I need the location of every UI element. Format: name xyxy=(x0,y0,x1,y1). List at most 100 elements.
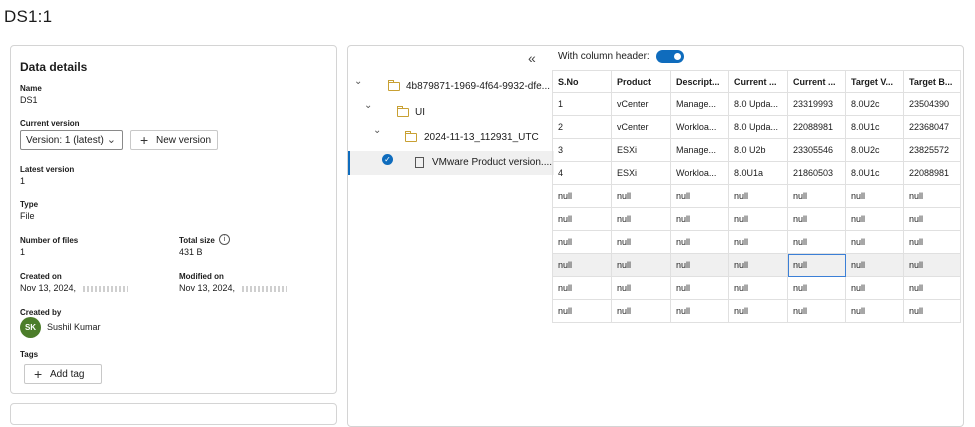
column-header[interactable]: S.No xyxy=(552,70,612,93)
tree-item-label[interactable]: VMware Product version.... xyxy=(432,157,552,179)
table-cell[interactable]: null xyxy=(728,299,788,323)
table-cell[interactable]: null xyxy=(728,253,788,277)
column-header[interactable]: Target V... xyxy=(845,70,904,93)
table-cell[interactable]: 8.0 Upda... xyxy=(728,115,788,139)
table-cell[interactable]: null xyxy=(552,253,612,277)
table-cell[interactable]: 8.0 U2b xyxy=(728,138,788,162)
table-cell[interactable]: null xyxy=(728,230,788,254)
table-cell[interactable]: null xyxy=(611,184,671,208)
add-tag-label: Add tag xyxy=(50,369,85,380)
table-cell[interactable]: null xyxy=(787,276,846,300)
table-row[interactable]: null null null null null null null xyxy=(552,230,961,254)
new-version-label: New version xyxy=(156,135,212,146)
table-cell[interactable]: null xyxy=(845,207,904,231)
table-cell[interactable]: null xyxy=(787,253,846,277)
table-cell[interactable]: null xyxy=(787,207,846,231)
table-cell[interactable]: 8.0U1c xyxy=(845,115,904,139)
table-cell[interactable]: null xyxy=(670,253,729,277)
table-row[interactable]: null null null null null null null xyxy=(552,207,961,231)
table-cell[interactable]: 23504390 xyxy=(903,92,961,116)
table-cell[interactable]: null xyxy=(903,276,961,300)
tree-item-label[interactable]: UI xyxy=(415,107,425,129)
column-header[interactable]: Descript... xyxy=(670,70,729,93)
table-cell[interactable]: null xyxy=(787,184,846,208)
table-cell[interactable]: Manage... xyxy=(670,92,729,116)
table-cell[interactable]: null xyxy=(552,276,612,300)
table-cell[interactable]: 23825572 xyxy=(903,138,961,162)
table-cell[interactable]: 2 xyxy=(552,115,612,139)
table-cell[interactable]: null xyxy=(728,276,788,300)
table-cell[interactable]: null xyxy=(845,253,904,277)
table-cell[interactable]: Manage... xyxy=(670,138,729,162)
table-cell[interactable]: 22368047 xyxy=(903,115,961,139)
column-header[interactable]: Target B... xyxy=(903,70,961,93)
table-cell[interactable]: null xyxy=(552,299,612,323)
table-row[interactable]: 3 ESXi Manage... 8.0 U2b 23305546 8.0U2c 23825… xyxy=(552,138,961,162)
table-cell[interactable]: null xyxy=(611,276,671,300)
table-cell[interactable]: 8.0 Upda... xyxy=(728,92,788,116)
table-cell[interactable]: null xyxy=(845,184,904,208)
table-cell[interactable]: null xyxy=(903,299,961,323)
table-row[interactable]: null null null null null null null xyxy=(552,276,961,300)
table-cell[interactable]: null xyxy=(611,299,671,323)
table-cell[interactable]: 3 xyxy=(552,138,612,162)
table-row[interactable]: 2 vCenter Workloa... 8.0 Upda... 22088981 8.0… xyxy=(552,115,961,139)
column-header-toggle[interactable] xyxy=(656,50,684,63)
created-on-value: Nov 13, 2024, xyxy=(20,283,77,293)
column-header[interactable]: Product xyxy=(611,70,671,93)
table-cell[interactable]: 21860503 xyxy=(787,161,846,185)
table-cell[interactable]: null xyxy=(903,253,961,277)
table-cell[interactable]: null xyxy=(670,207,729,231)
table-cell[interactable]: 4 xyxy=(552,161,612,185)
table-cell[interactable]: null xyxy=(552,184,612,208)
table-cell[interactable]: null xyxy=(845,299,904,323)
table-cell[interactable]: 8.0U2c xyxy=(845,138,904,162)
table-cell[interactable]: 22088981 xyxy=(787,115,846,139)
table-cell[interactable]: null xyxy=(845,230,904,254)
add-tag-button[interactable]: + Add tag xyxy=(24,364,102,384)
new-version-button[interactable]: + New version xyxy=(130,130,218,150)
table-cell[interactable]: null xyxy=(670,184,729,208)
table-cell[interactable]: null xyxy=(611,253,671,277)
table-cell[interactable]: 8.0U2c xyxy=(845,92,904,116)
column-header[interactable]: Current ... xyxy=(787,70,846,93)
table-cell[interactable]: null xyxy=(552,207,612,231)
table-cell[interactable]: vCenter xyxy=(611,115,671,139)
table-cell[interactable]: Workloa... xyxy=(670,115,729,139)
table-cell[interactable]: null xyxy=(903,207,961,231)
table-cell[interactable]: 8.0U1a xyxy=(728,161,788,185)
table-cell[interactable]: 22088981 xyxy=(903,161,961,185)
table-cell[interactable]: null xyxy=(670,276,729,300)
info-icon[interactable]: i xyxy=(219,234,230,245)
table-cell[interactable]: Workloa... xyxy=(670,161,729,185)
table-cell[interactable]: null xyxy=(787,230,846,254)
table-cell[interactable]: null xyxy=(670,299,729,323)
table-cell[interactable]: null xyxy=(552,230,612,254)
table-cell[interactable]: 23319993 xyxy=(787,92,846,116)
table-row[interactable]: null null null null null null null xyxy=(552,299,961,323)
collapse-pane-icon[interactable]: « xyxy=(528,50,536,66)
table-cell[interactable]: null xyxy=(728,207,788,231)
version-select[interactable]: Version: 1 (latest) ⌄ xyxy=(20,130,123,150)
table-row[interactable]: null null null null null null null xyxy=(552,184,961,208)
table-cell[interactable]: vCenter xyxy=(611,92,671,116)
table-cell[interactable]: ESXi xyxy=(611,138,671,162)
table-cell[interactable]: null xyxy=(728,184,788,208)
table-row[interactable]: 1 vCenter Manage... 8.0 Upda... 23319993 8.0U… xyxy=(552,92,961,116)
table-cell[interactable]: null xyxy=(787,299,846,323)
table-cell[interactable]: null xyxy=(611,230,671,254)
created-by-label: Created by xyxy=(20,308,62,317)
tree-item-label[interactable]: 4b879871-1969-4f64-9932-dfe... xyxy=(406,81,550,103)
table-row[interactable]: null null null null null null null xyxy=(552,253,961,277)
table-cell[interactable]: 8.0U1c xyxy=(845,161,904,185)
column-header[interactable]: Current ... xyxy=(728,70,788,93)
table-row[interactable]: 4 ESXi Workloa... 8.0U1a 21860503 8.0U1c 22088… xyxy=(552,161,961,185)
table-cell[interactable]: null xyxy=(845,276,904,300)
table-cell[interactable]: null xyxy=(670,230,729,254)
table-cell[interactable]: null xyxy=(903,230,961,254)
table-cell[interactable]: 23305546 xyxy=(787,138,846,162)
table-cell[interactable]: null xyxy=(611,207,671,231)
table-cell[interactable]: ESXi xyxy=(611,161,671,185)
table-cell[interactable]: 1 xyxy=(552,92,612,116)
table-cell[interactable]: null xyxy=(903,184,961,208)
